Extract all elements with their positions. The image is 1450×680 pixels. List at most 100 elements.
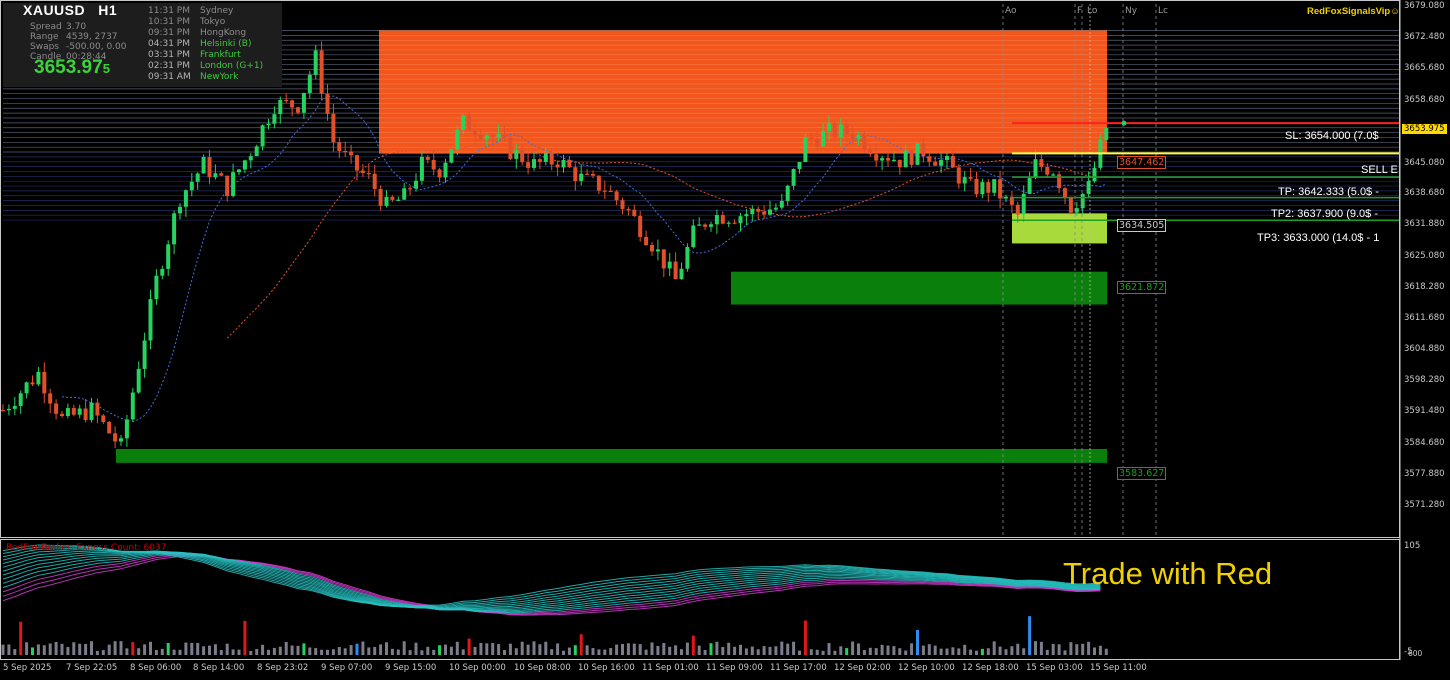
histogram-bar bbox=[567, 647, 571, 655]
indicator-scale-top: 105 bbox=[1404, 541, 1421, 551]
histogram-bar bbox=[579, 634, 583, 655]
histogram-bar bbox=[638, 644, 642, 655]
session-marker-lc: Lc bbox=[1158, 6, 1168, 16]
histogram-bar bbox=[101, 650, 105, 655]
candle-body bbox=[945, 156, 949, 161]
candle-body bbox=[720, 215, 725, 224]
candle-body bbox=[60, 413, 64, 417]
tp2-label: TP2: 3637.900 (9.0$ - bbox=[1271, 208, 1379, 220]
candle-body bbox=[868, 149, 873, 155]
histogram-bar bbox=[768, 646, 772, 655]
candle-body bbox=[998, 179, 1003, 199]
time-tick-label: 12 Sep 10:00 bbox=[898, 663, 955, 673]
candle-body bbox=[101, 415, 106, 422]
candle-body bbox=[791, 169, 796, 186]
histogram-bar bbox=[485, 643, 489, 655]
histogram-bar bbox=[1051, 643, 1055, 655]
candle-body bbox=[18, 393, 23, 406]
candle-body bbox=[478, 134, 483, 140]
histogram-bar bbox=[532, 641, 536, 655]
candle-body bbox=[402, 188, 407, 200]
candle-body bbox=[691, 225, 696, 248]
session-marker-ny: Ny bbox=[1125, 6, 1138, 16]
candle-body bbox=[1063, 188, 1067, 198]
candle-body bbox=[260, 125, 265, 147]
histogram-bar bbox=[739, 644, 742, 655]
time-tick-label: 8 Sep 06:00 bbox=[130, 663, 182, 673]
time-tick-label: 11 Sep 01:00 bbox=[642, 663, 699, 673]
candle-body bbox=[148, 299, 153, 341]
chart-window[interactable]: XAUUSD H1 Spread 3.70 Range 4539, 2737 Swa… bbox=[0, 0, 1450, 680]
histogram-bar bbox=[969, 649, 973, 655]
histogram-bar bbox=[48, 643, 52, 655]
histogram-bar bbox=[143, 644, 147, 655]
candle-body bbox=[567, 160, 572, 168]
histogram-bar bbox=[308, 647, 312, 655]
candle-body bbox=[390, 196, 395, 200]
candle-body bbox=[561, 160, 566, 168]
candle-body bbox=[602, 190, 607, 192]
price-tick-label: 3679.080 bbox=[1404, 1, 1445, 11]
candle-body bbox=[655, 249, 660, 252]
entry-zone bbox=[1012, 213, 1107, 244]
candle-body bbox=[278, 99, 283, 115]
histogram-bar bbox=[898, 648, 902, 655]
candle-body bbox=[443, 162, 448, 178]
candle-body bbox=[579, 173, 584, 181]
histogram-bar bbox=[857, 643, 860, 655]
sl-label: SL: 3654.000 (7.0$ bbox=[1285, 130, 1379, 142]
price-tick-label: 3658.680 bbox=[1404, 95, 1445, 106]
histogram-bar bbox=[821, 650, 825, 655]
support-zone-mid bbox=[731, 271, 1107, 305]
candle-body bbox=[172, 213, 177, 245]
price-tick-label: 3631.880 bbox=[1404, 219, 1445, 230]
histogram-bar bbox=[562, 650, 565, 655]
histogram-bar bbox=[550, 649, 554, 655]
histogram-bar bbox=[833, 650, 837, 655]
histogram-bar bbox=[1069, 642, 1073, 655]
indicator-marker: 600 bbox=[1408, 649, 1423, 658]
histogram-bar bbox=[225, 643, 229, 655]
candle-body bbox=[77, 408, 82, 415]
brand-label[interactable]: RedFoxSignalsVip☺ bbox=[1307, 6, 1400, 17]
candle-body bbox=[596, 175, 601, 191]
candle-body bbox=[1104, 128, 1109, 140]
histogram-bar bbox=[426, 646, 430, 655]
histogram-bar bbox=[827, 643, 831, 655]
time-tick-label: 12 Sep 18:00 bbox=[962, 663, 1019, 673]
candle-body bbox=[650, 244, 654, 252]
histogram-bar bbox=[703, 650, 707, 655]
histogram-bar bbox=[449, 646, 453, 655]
candle-body bbox=[821, 130, 826, 147]
histogram-bar bbox=[721, 646, 725, 655]
histogram-bar bbox=[1034, 641, 1037, 655]
price-tick-label: 3665.680 bbox=[1404, 63, 1445, 74]
candle-body bbox=[844, 124, 849, 135]
candle-body bbox=[343, 150, 348, 153]
histogram-bar bbox=[190, 642, 194, 655]
price-tick-label: 3625.080 bbox=[1404, 250, 1445, 261]
candle-body bbox=[207, 157, 212, 178]
candle-body bbox=[827, 123, 831, 131]
candle-body bbox=[591, 173, 595, 176]
symbol-title: XAUUSD H1 bbox=[23, 2, 118, 18]
histogram-bar bbox=[585, 645, 589, 655]
histogram-bar bbox=[320, 649, 324, 655]
histogram-bar bbox=[90, 641, 93, 655]
histogram-bar bbox=[609, 648, 613, 655]
histogram-bar bbox=[792, 641, 796, 655]
zone-price-label: 3647.462 bbox=[1117, 156, 1167, 169]
histogram-bar bbox=[992, 641, 996, 655]
candle-body bbox=[142, 340, 147, 369]
candle-body bbox=[679, 268, 684, 280]
candle-body bbox=[661, 249, 666, 269]
histogram-bar bbox=[337, 647, 341, 655]
histogram-bar bbox=[290, 645, 294, 655]
candle-body bbox=[744, 214, 749, 217]
candle-body bbox=[48, 393, 53, 404]
histogram-bar bbox=[314, 648, 318, 655]
resistance-zone bbox=[379, 30, 1107, 154]
histogram-bar bbox=[815, 649, 819, 655]
candle-body bbox=[956, 167, 961, 184]
histogram-bar bbox=[349, 645, 353, 655]
